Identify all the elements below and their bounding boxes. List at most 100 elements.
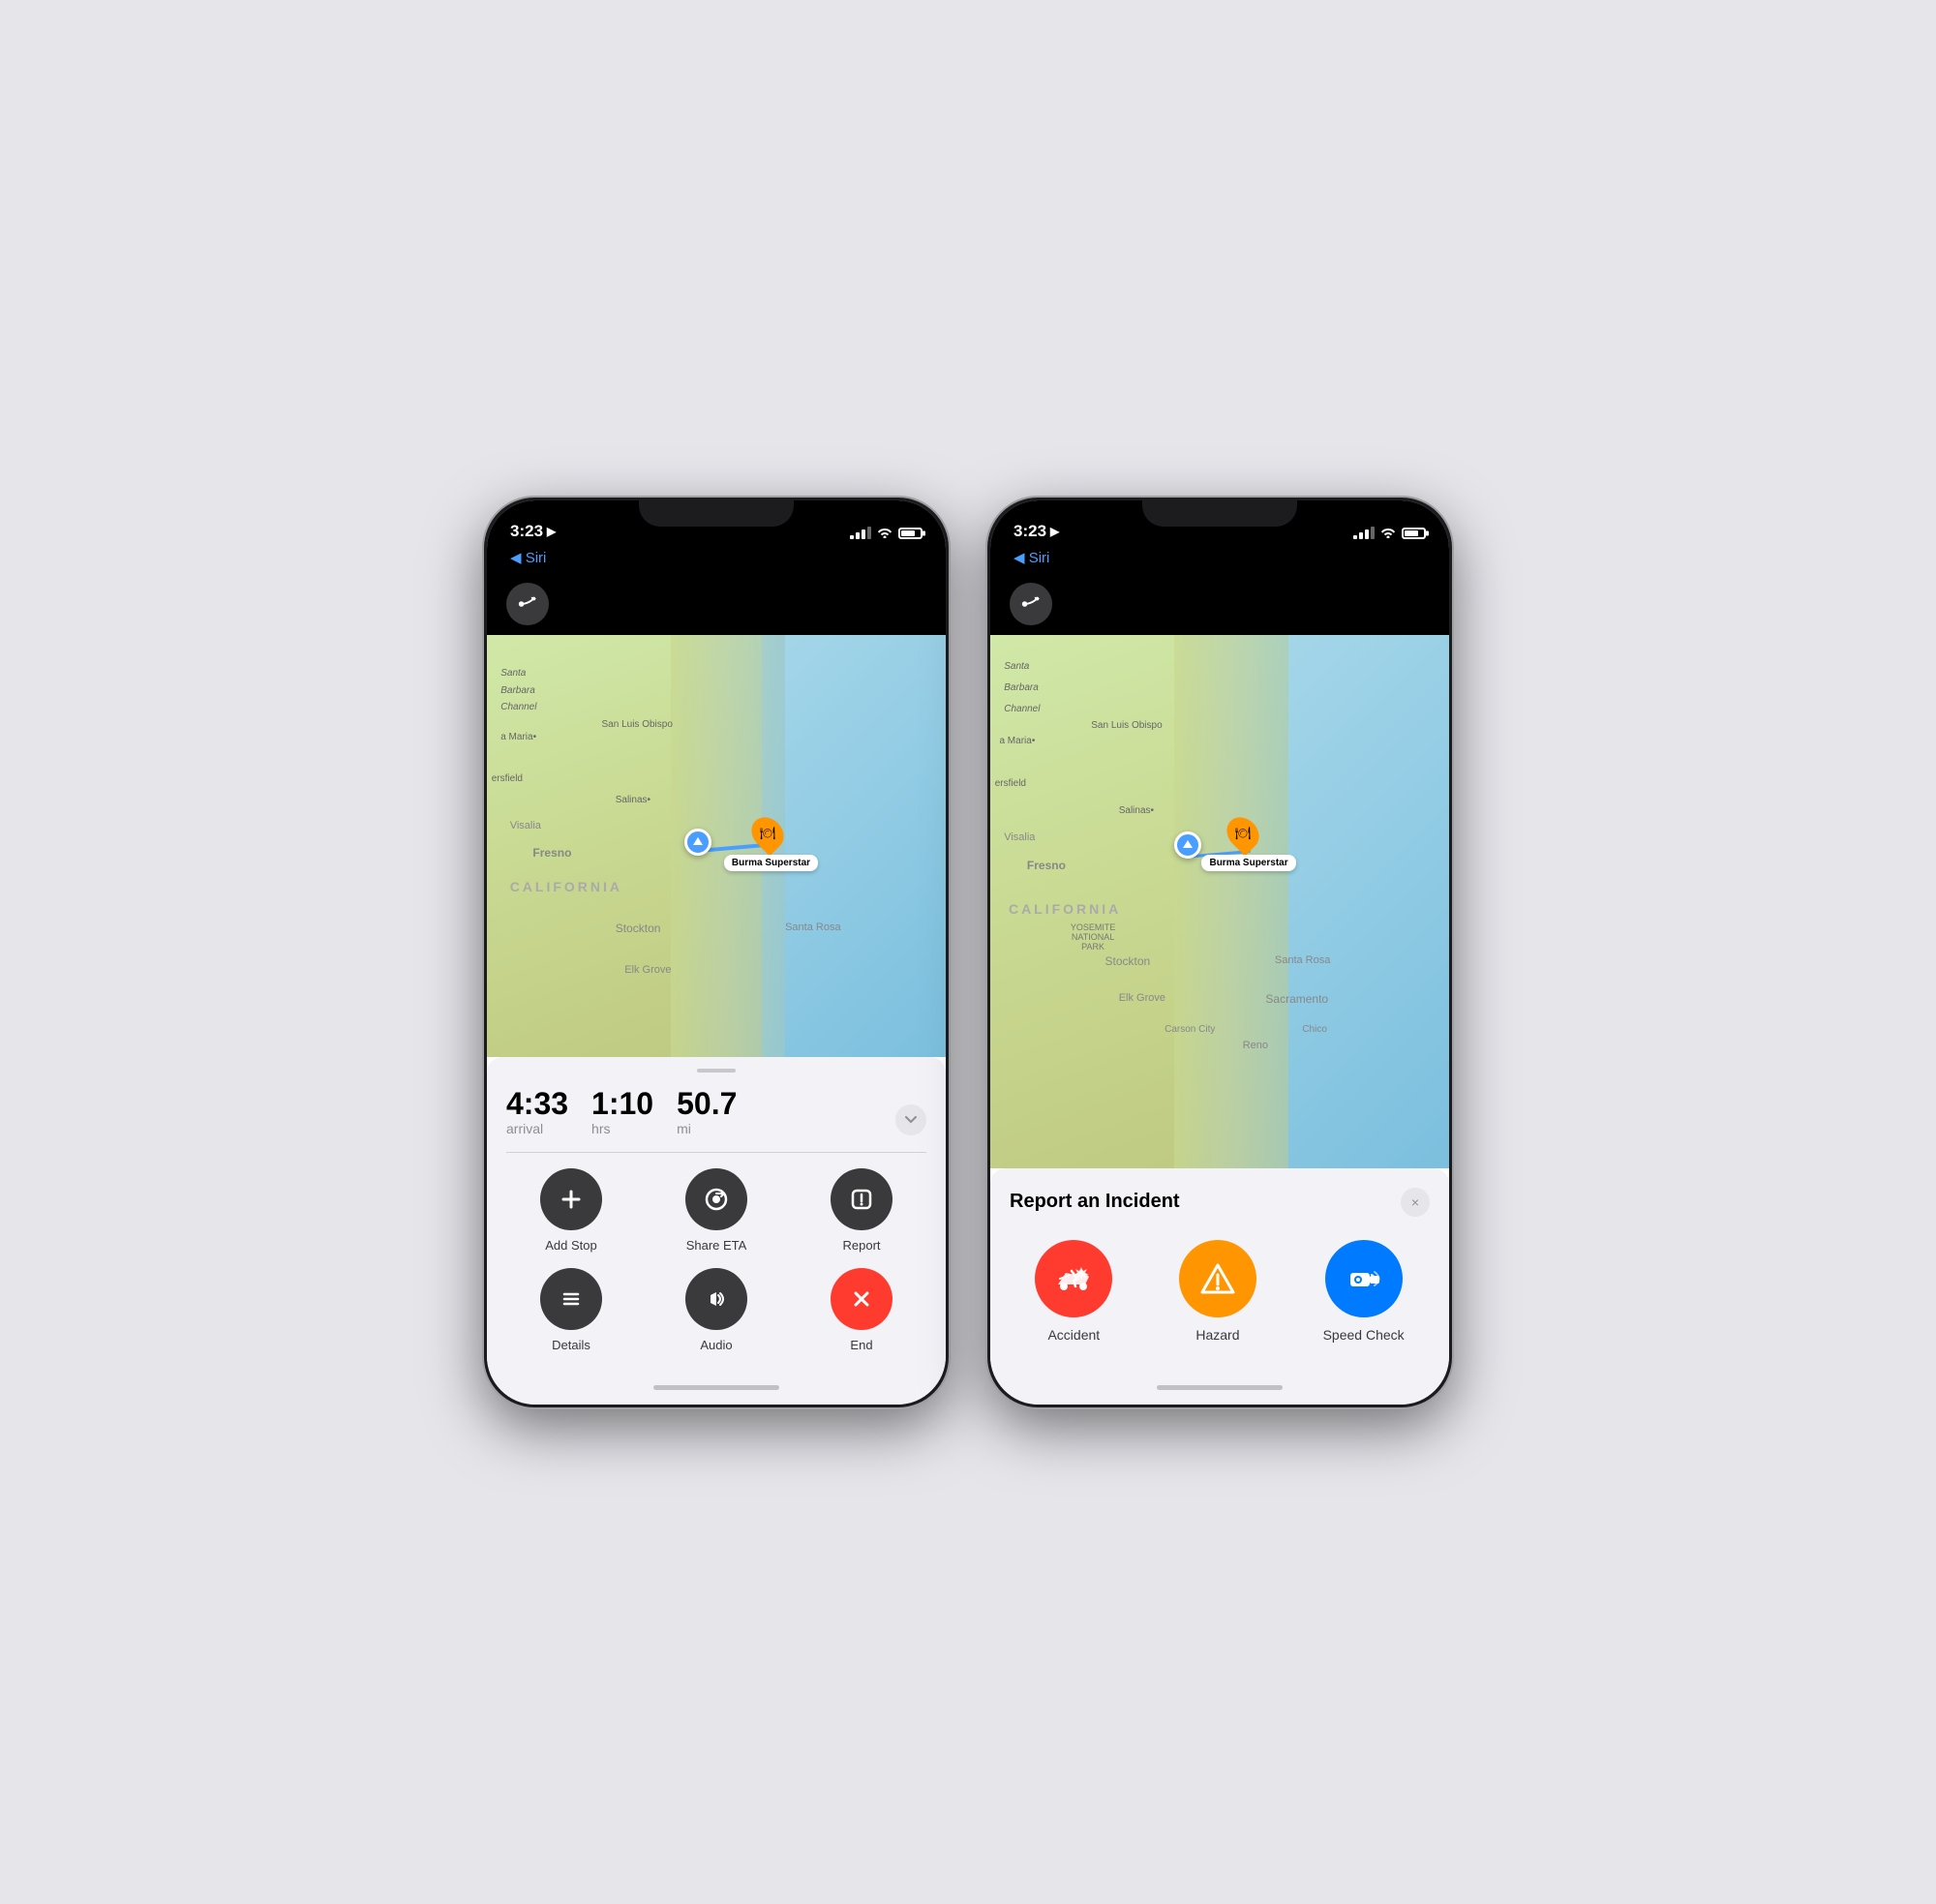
map-label-fresno: Fresno (532, 846, 571, 860)
hazard-button[interactable]: Hazard (1179, 1240, 1256, 1343)
map-label-stockton: Stockton (616, 922, 661, 935)
route-icon-right[interactable] (1010, 583, 1052, 625)
report-button[interactable]: Report (797, 1168, 926, 1253)
destination-pin-right: 🍽 Burma Superstar (1228, 816, 1257, 851)
siri-back-left[interactable]: ◀ Siri (510, 550, 546, 566)
nav-bar-right (990, 575, 1449, 635)
status-icons-left (850, 526, 923, 541)
map-r-fresno: Fresno (1027, 859, 1066, 872)
wifi-icon-left (877, 526, 892, 541)
arrival-stat: 4:33 arrival (506, 1088, 568, 1136)
location-arrow-right: ▶ (1050, 525, 1059, 538)
battery-icon-left (898, 528, 923, 539)
map-r-sacramento: Sacramento (1265, 992, 1328, 1006)
siri-bar-left: ◀ Siri (487, 547, 946, 575)
action-buttons-grid: Add Stop Shar (506, 1168, 926, 1352)
map-r-salinas: Salinas• (1119, 805, 1154, 816)
map-r-reno: Reno (1243, 1040, 1268, 1051)
wifi-icon-right (1380, 526, 1396, 541)
duration-label: hrs (591, 1121, 653, 1136)
report-title: Report an Incident (1010, 1191, 1180, 1213)
map-label-channel: Channel (500, 702, 536, 712)
siri-back-right[interactable]: ◀ Siri (1013, 550, 1049, 566)
end-button[interactable]: End (797, 1268, 926, 1352)
incident-buttons: Accident Hazard (1010, 1240, 1430, 1343)
map-r-slo: San Luis Obispo (1091, 720, 1162, 731)
notch-left (639, 498, 794, 527)
map-r-yosemite: YOSEMITENATIONALPARK (1059, 922, 1127, 952)
home-indicator-left (487, 1372, 946, 1405)
end-label: End (850, 1338, 872, 1352)
current-location-pin (684, 829, 711, 856)
arrival-value: 4:33 (506, 1088, 568, 1119)
map-r-santa-rosa: Santa Rosa (1275, 954, 1330, 966)
signal-bars-left (850, 527, 871, 539)
map-r-carson: Carson City (1165, 1024, 1215, 1035)
arrival-label: arrival (506, 1121, 568, 1136)
audio-button[interactable]: Audio (651, 1268, 781, 1352)
status-time-right: 3:23 ▶ (1013, 522, 1059, 541)
home-indicator-right (990, 1372, 1449, 1405)
map-label-california: CALIFORNIA (510, 879, 622, 894)
panel-handle-left (697, 1069, 736, 1073)
destination-label-left: Burma Superstar (724, 855, 818, 871)
map-label-santa-rosa: Santa Rosa (785, 922, 840, 933)
accident-button[interactable]: Accident (1035, 1240, 1112, 1343)
speed-check-button[interactable]: Speed Check (1323, 1240, 1405, 1343)
close-report-button[interactable]: × (1401, 1188, 1430, 1217)
bottom-panel-left: 4:33 arrival 1:10 hrs 50.7 mi (487, 1057, 946, 1372)
hazard-label: Hazard (1195, 1327, 1239, 1343)
trip-info: 4:33 arrival 1:10 hrs 50.7 mi (506, 1088, 926, 1153)
status-icons-right (1353, 526, 1426, 541)
details-button[interactable]: Details (506, 1268, 636, 1352)
phones-container: 3:23 ▶ (484, 498, 1452, 1407)
status-time-left: 3:23 ▶ (510, 522, 556, 541)
destination-label-right: Burma Superstar (1201, 855, 1295, 871)
details-label: Details (552, 1338, 590, 1352)
phone-navigation: 3:23 ▶ (484, 498, 949, 1407)
add-stop-button[interactable]: Add Stop (506, 1168, 636, 1253)
add-stop-label: Add Stop (545, 1238, 597, 1253)
map-r-amaria: a Maria• (999, 736, 1035, 746)
destination-pin: 🍽 Burma Superstar (753, 816, 782, 851)
distance-label: mi (677, 1121, 737, 1136)
notch-right (1142, 498, 1297, 527)
audio-label: Audio (700, 1338, 732, 1352)
map-label-ers: ersfield (492, 773, 523, 784)
expand-button[interactable] (895, 1104, 926, 1135)
speed-check-icon (1325, 1240, 1403, 1317)
map-r-elk-grove: Elk Grove (1119, 992, 1165, 1004)
map-r-channel: Channel (1004, 704, 1040, 714)
duration-stat: 1:10 hrs (591, 1088, 653, 1136)
map-r-visalia: Visalia (1004, 831, 1035, 843)
map-r-california: CALIFORNIA (1009, 901, 1121, 917)
accident-icon (1035, 1240, 1112, 1317)
map-right[interactable]: Santa Barbara Channel a Maria• San Luis … (990, 635, 1449, 1168)
signal-bars-right (1353, 527, 1375, 539)
map-r-barbara: Barbara (1004, 682, 1039, 693)
map-r-chico: Chico (1302, 1024, 1327, 1035)
nav-bar-left (487, 575, 946, 635)
share-eta-button[interactable]: Share ETA (651, 1168, 781, 1253)
siri-bar-right: ◀ Siri (990, 547, 1449, 575)
map-label-visalia: Visalia (510, 820, 541, 831)
hazard-icon (1179, 1240, 1256, 1317)
accident-label: Accident (1047, 1327, 1100, 1343)
current-location-pin-right (1174, 831, 1201, 859)
map-label-salinas: Salinas• (616, 795, 650, 805)
map-label-amaria: a Maria• (500, 732, 536, 742)
map-r-stockton: Stockton (1105, 954, 1151, 968)
report-panel: Report an Incident × (990, 1168, 1449, 1372)
speed-check-label: Speed Check (1323, 1327, 1405, 1343)
duration-value: 1:10 (591, 1088, 653, 1119)
report-label: Report (842, 1238, 880, 1253)
route-icon-left[interactable] (506, 583, 549, 625)
map-left[interactable]: Santa Barbara Channel a Maria• San Luis … (487, 635, 946, 1057)
battery-icon-right (1402, 528, 1426, 539)
distance-stat: 50.7 mi (677, 1088, 737, 1136)
map-label-elk-grove: Elk Grove (624, 964, 671, 976)
phone-incident: 3:23 ▶ (987, 498, 1452, 1407)
share-eta-label: Share ETA (686, 1238, 747, 1253)
map-r-ers: ersfield (995, 778, 1026, 789)
map-label-barbara: Barbara (500, 685, 535, 696)
